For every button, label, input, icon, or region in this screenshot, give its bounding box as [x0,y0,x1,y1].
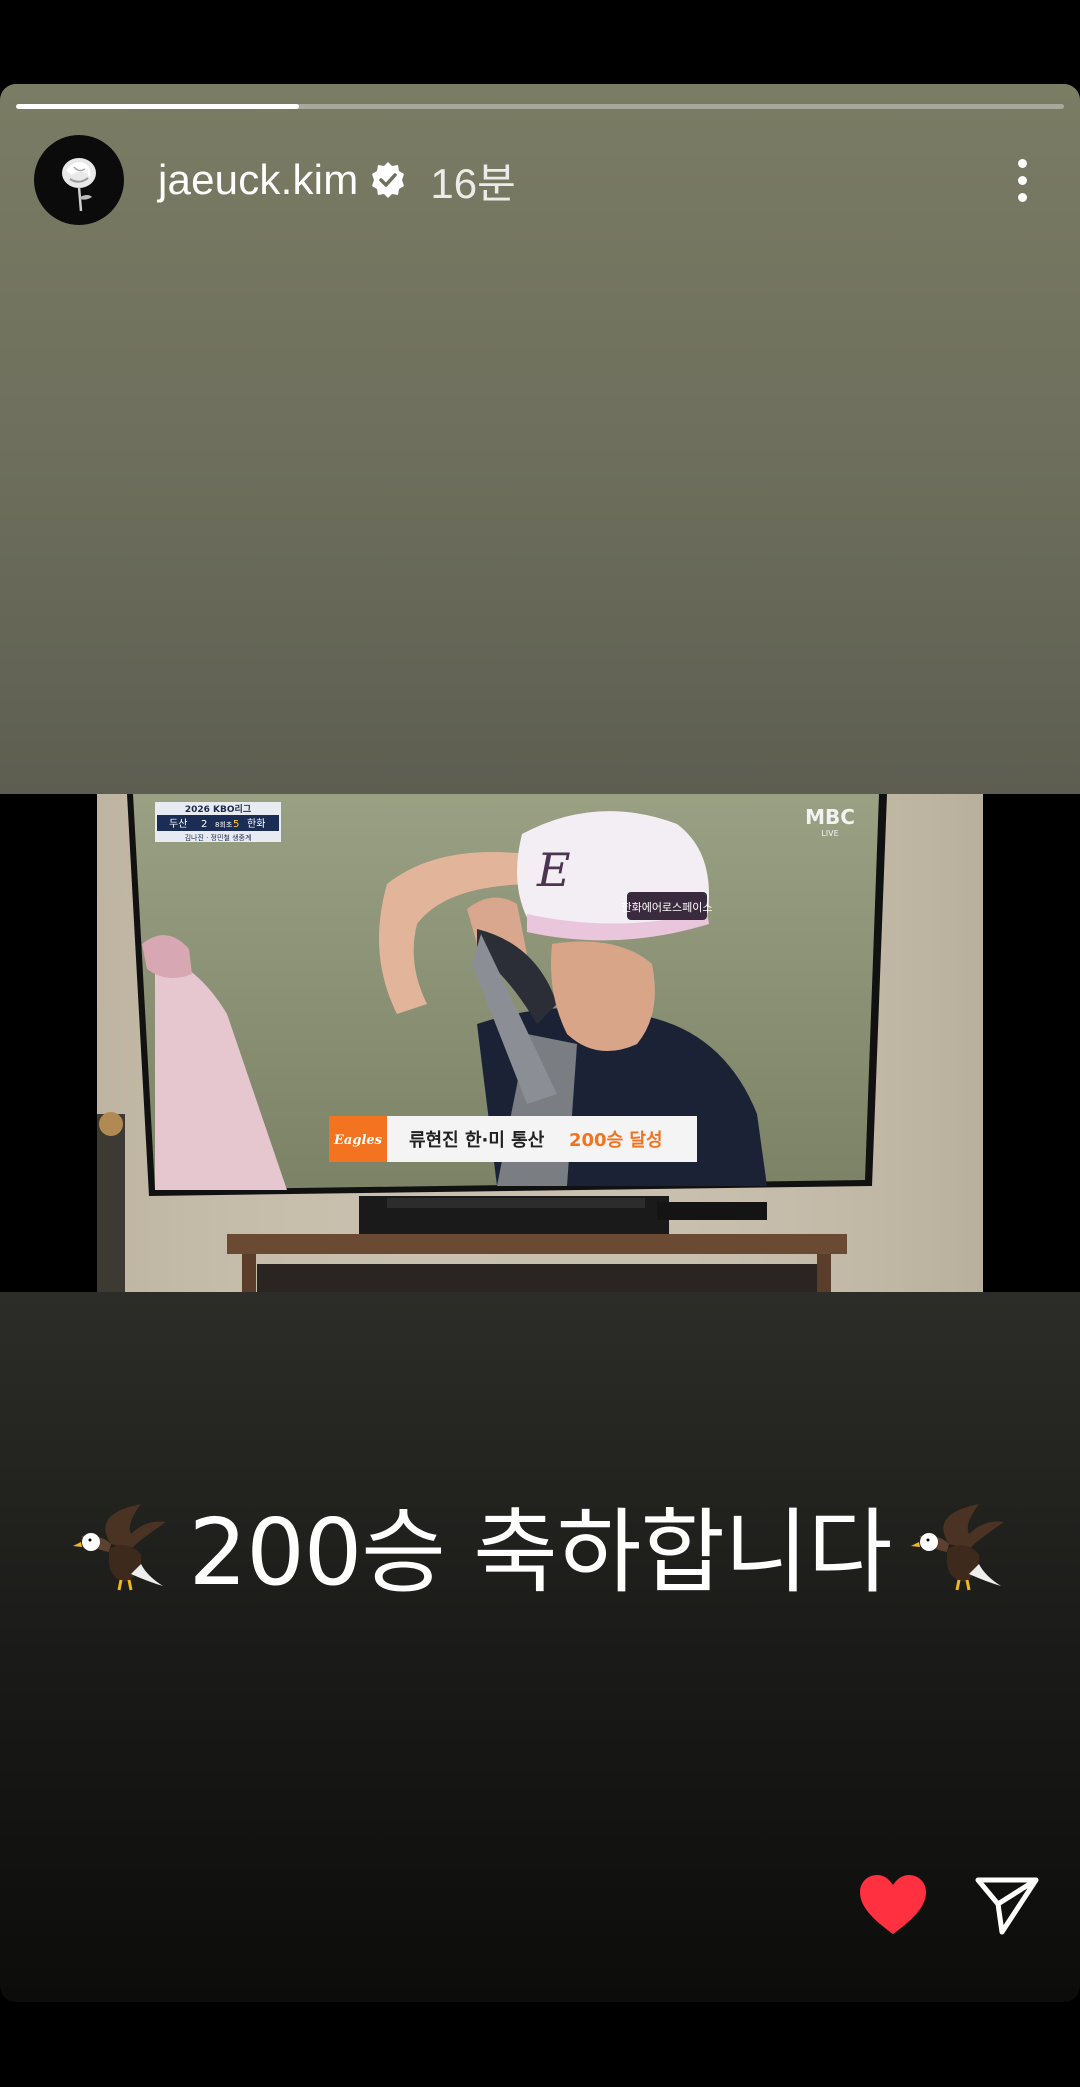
ticker-logo: Eagles [333,1133,383,1148]
send-icon[interactable] [974,1874,1040,1936]
broadcaster-logo: MBC [805,805,855,829]
ticker-highlight: 200승 달성 [569,1130,663,1151]
post-time: 16분 [430,159,516,207]
heart-icon[interactable] [858,1874,928,1936]
story-actions [858,1874,1040,1936]
score-commentators: 김나진 · 정민철 생중계 [185,833,252,842]
svg-text:E: E [536,843,571,897]
story-progress-bar [16,104,1064,109]
more-options-icon[interactable] [1002,150,1042,210]
score-away: 5 [233,819,239,830]
eagle-emoji-left [72,1504,166,1591]
story-photo: E 한화에어로스페이스 2026 KBO리그 두산 2 8회초 5 한화 김나진… [0,794,1080,1292]
score-team-away: 한화 [247,818,265,830]
story-progress-fill [16,104,299,109]
cap-patch-text: 한화에어로스페이스 [621,901,712,914]
avatar[interactable] [34,135,124,225]
story-header: jaeuck.kim 16분 [34,134,1056,226]
eagle-emoji-right [911,1504,1005,1591]
verified-badge-icon [372,162,405,198]
tv-scene: E 한화에어로스페이스 2026 KBO리그 두산 2 8회초 5 한화 김나진… [97,794,983,1292]
story-viewer[interactable]: jaeuck.kim 16분 E 한화에어로스페이스 2026 KBO리그 두산… [0,84,1080,2002]
tv-photo: E 한화에어로스페이스 2026 KBO리그 두산 2 8회초 5 한화 김나진… [97,794,983,1292]
username[interactable]: jaeuck.kim [158,156,358,204]
caption-text: 200승 축하합니다 [188,1498,893,1606]
scoreboard-title: 2026 KBO리그 [185,803,251,815]
score-team-home: 두산 [169,818,187,830]
broadcaster-live: LIVE [821,829,838,838]
white-rose-icon [62,158,96,212]
score-home: 2 [201,819,207,830]
ticker-text: 류현진 한·미 통산 [409,1130,545,1151]
score-inning: 8회초 [215,821,233,829]
story-caption: 200승 축하합니다 [0,1484,1080,1606]
